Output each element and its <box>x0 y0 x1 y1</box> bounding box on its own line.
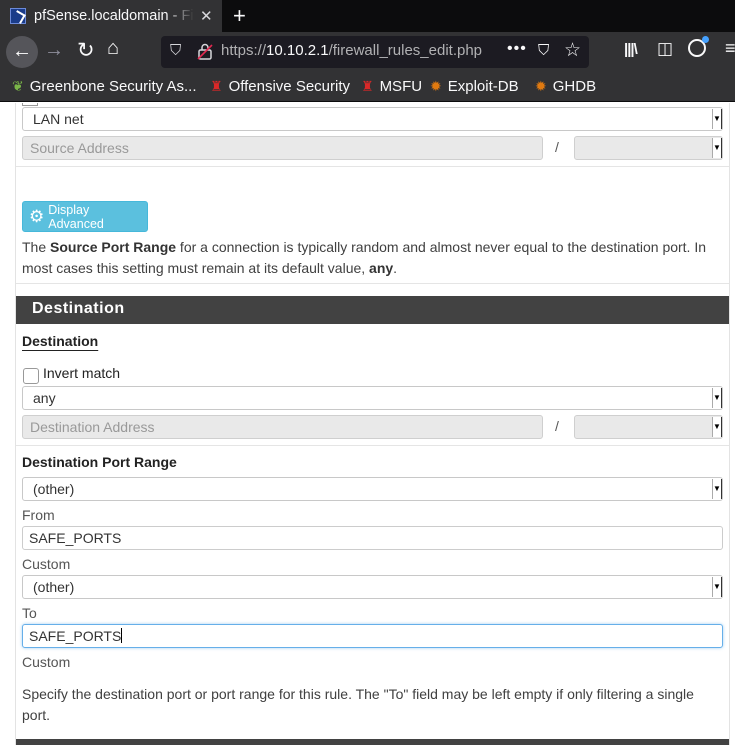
invert-match-label[interactable]: Invert match <box>43 365 120 381</box>
library-icon[interactable]: |||\ <box>624 41 638 58</box>
destination-address-input: Destination Address <box>22 415 543 439</box>
bookmark-label: GHDB <box>552 78 597 95</box>
pocket-icon[interactable]: ⛉ <box>538 42 549 59</box>
ghdb-icon: ✹ <box>535 78 547 94</box>
page-actions-more-icon[interactable]: ••• <box>507 40 527 58</box>
bookmarks-toolbar: ❦ Greenbone Security As... ♜ Offensive Sec… <box>0 72 735 102</box>
display-advanced-label: Display Advanced <box>48 202 104 231</box>
sidebar-icon[interactable]: ◫ <box>657 39 673 59</box>
port-to-custom-value: SAFE_PORTS <box>29 628 122 644</box>
destination-panel-heading: Destination <box>16 296 729 324</box>
bookmark-label: Offensive Security <box>228 78 351 95</box>
account-icon[interactable] <box>688 36 709 57</box>
bookmark-star-icon[interactable]: ☆ <box>564 39 581 62</box>
port-to-select-value: (other) <box>33 579 75 595</box>
next-panel-heading-partial <box>16 739 729 745</box>
chevron-down-icon: ▼ <box>712 109 722 129</box>
url-bar[interactable]: ⛉ https://10.10.2.1/firewall_rules_edit.… <box>161 36 589 68</box>
chevron-down-icon: ▼ <box>712 138 722 158</box>
chevron-down-icon: ▼ <box>712 388 722 408</box>
port-from-custom-input[interactable]: SAFE_PORTS <box>22 526 723 550</box>
source-type-select[interactable]: LAN net ▼ <box>22 107 723 131</box>
invert-match-checkbox[interactable] <box>23 368 39 384</box>
port-to-label: To <box>22 605 37 621</box>
divider <box>16 166 729 167</box>
bookmark-offensive-security[interactable]: ♜ Offensive Security <box>210 78 350 95</box>
destination-mask-select: ▼ <box>574 415 723 439</box>
destination-label: Destination <box>22 333 99 349</box>
bookmark-greenbone[interactable]: ❦ Greenbone Security As... <box>12 78 197 95</box>
text-cursor <box>121 628 123 643</box>
source-mask-separator: / <box>555 139 559 155</box>
left-gutter <box>0 103 16 745</box>
account-notification-dot <box>702 36 709 43</box>
back-arrow-icon[interactable]: ← <box>6 36 38 68</box>
pfsense-favicon-icon <box>10 8 26 24</box>
right-gutter <box>729 103 735 745</box>
exploitdb-icon: ✹ <box>430 78 442 94</box>
bookmark-msfu[interactable]: ♜ MSFU <box>361 78 422 95</box>
tab-strip: pfSense.localdomain - Firewall: Rules: E… <box>0 0 735 32</box>
destination-type-value: any <box>33 390 56 406</box>
url-text[interactable]: https://10.10.2.1/firewall_rules_edit.ph… <box>221 42 499 59</box>
source-type-value: LAN net <box>33 111 84 127</box>
source-mask-select: ▼ <box>574 136 723 160</box>
tracking-shield-icon[interactable]: ⛉ <box>170 42 181 59</box>
destination-port-to-select[interactable]: (other) ▼ <box>22 575 723 599</box>
close-tab-icon[interactable]: ✕ <box>200 7 213 25</box>
new-tab-icon[interactable]: + <box>233 3 246 29</box>
offsec-icon: ♜ <box>210 78 223 94</box>
port-from-select-value: (other) <box>33 481 75 497</box>
bookmark-ghdb[interactable]: ✹ GHDB <box>535 78 596 95</box>
port-to-custom-label: Custom <box>22 654 71 670</box>
bookmark-exploit-db[interactable]: ✹ Exploit-DB <box>430 78 519 95</box>
tab-title: pfSense.localdomain - Firewall: Rules: E… <box>34 8 194 24</box>
url-host: 10.10.2.1 <box>266 42 329 59</box>
display-advanced-button[interactable]: ⚙ Display Advanced <box>22 201 148 232</box>
source-address-input: Source Address <box>22 136 543 160</box>
forward-arrow-icon[interactable]: → <box>44 39 64 62</box>
chevron-down-icon: ▼ <box>712 479 722 499</box>
bookmark-label: Exploit-DB <box>447 78 519 95</box>
tab-active[interactable]: pfSense.localdomain - Firewall: Rules: E… <box>0 0 222 32</box>
page-content: LAN net ▼ Source Address / ▼ ⚙ Display A… <box>0 103 735 745</box>
destination-mask-separator: / <box>555 418 559 434</box>
destination-port-help: Specify the destination port or port ran… <box>22 686 694 723</box>
port-to-custom-input[interactable]: SAFE_PORTS <box>22 624 723 648</box>
divider <box>16 445 729 446</box>
navigation-toolbar: ← → ↻ ⌂ ⛉ https://10.10.2.1/firewall_rul… <box>0 32 735 72</box>
hamburger-menu-icon[interactable]: ≡ <box>725 38 735 59</box>
destination-port-range-label: Destination Port Range <box>22 454 177 470</box>
greenbone-icon: ❦ <box>12 78 24 94</box>
chevron-down-icon: ▼ <box>712 417 722 437</box>
help-bold-default: any <box>369 259 394 276</box>
home-icon[interactable]: ⌂ <box>107 37 119 60</box>
gear-icon: ⚙ <box>29 206 45 226</box>
port-from-label: From <box>22 507 55 523</box>
destination-type-select[interactable]: any ▼ <box>22 386 723 410</box>
source-invert-checkbox-partial[interactable] <box>22 103 38 106</box>
source-port-help: The Source Port Range for a connection i… <box>22 237 712 278</box>
chevron-down-icon: ▼ <box>712 577 722 597</box>
msfu-icon: ♜ <box>361 78 374 94</box>
divider <box>16 283 729 284</box>
help-text: . <box>393 259 398 276</box>
help-bold-term: Source Port Range <box>50 239 177 255</box>
url-scheme: https:// <box>221 42 267 59</box>
url-path: /firewall_rules_edit.php <box>328 42 483 59</box>
bookmark-label: Greenbone Security As... <box>29 78 197 95</box>
reload-icon[interactable]: ↻ <box>77 38 95 63</box>
bookmark-label: MSFU <box>379 78 423 95</box>
insecure-lock-icon[interactable] <box>197 43 213 60</box>
port-from-custom-label: Custom <box>22 556 71 572</box>
destination-port-from-select[interactable]: (other) ▼ <box>22 477 723 501</box>
help-text: The <box>22 239 51 255</box>
